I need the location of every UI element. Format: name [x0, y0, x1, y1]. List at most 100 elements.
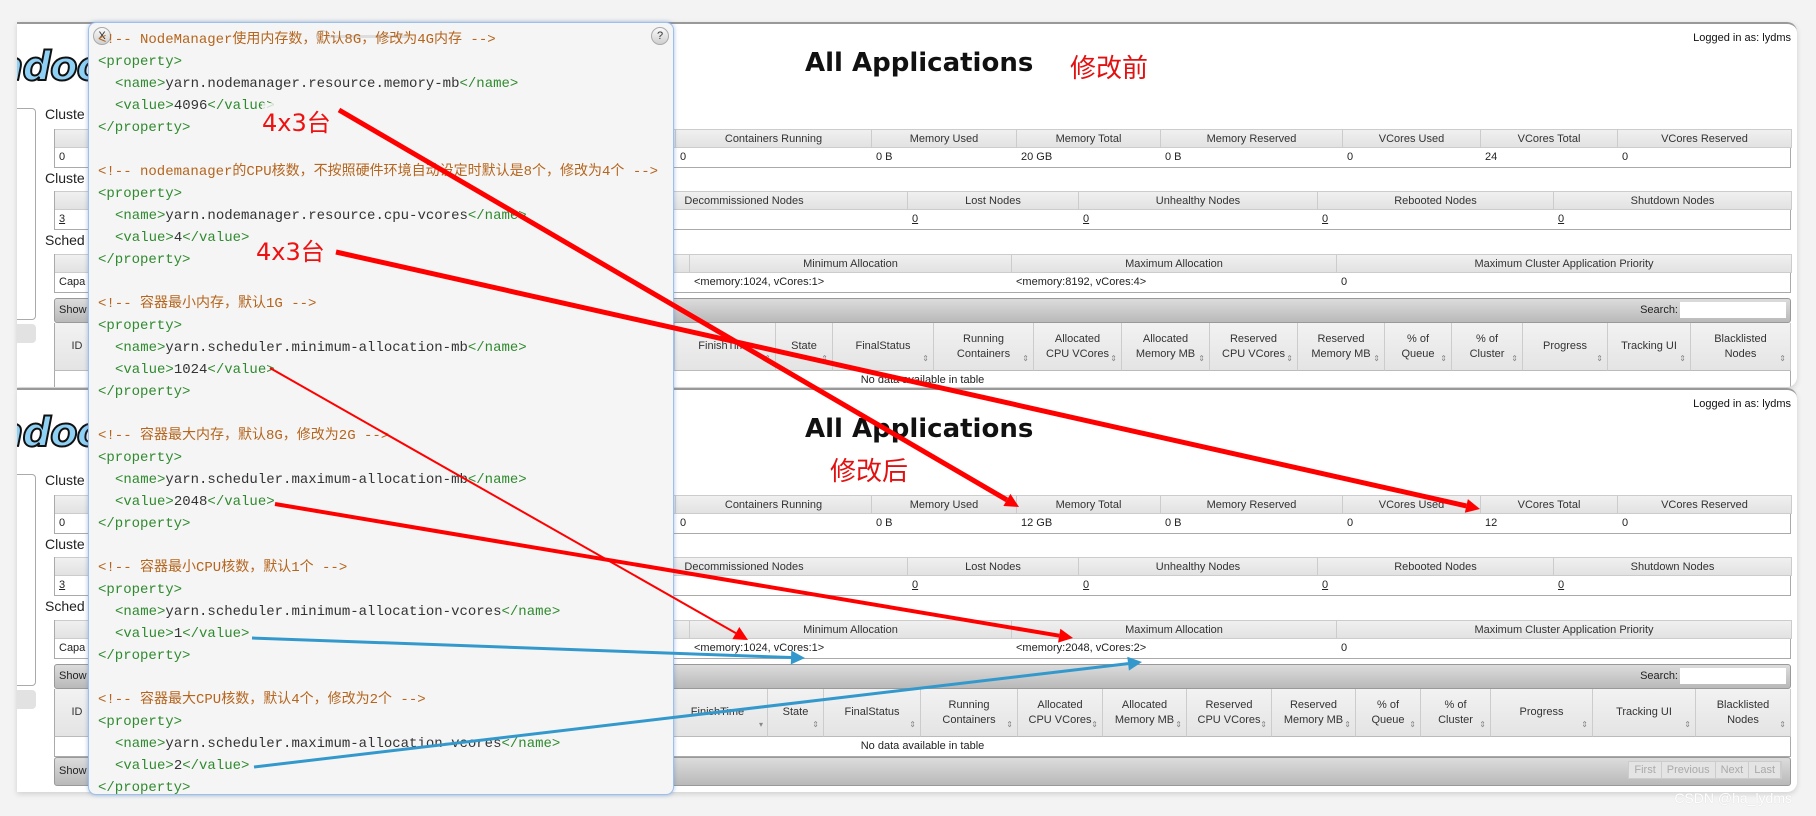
- column-header-label: Reserved CPU VCores: [1197, 698, 1261, 726]
- pager-next-button[interactable]: Next: [1716, 762, 1750, 778]
- sort-icon[interactable]: ⇕: [812, 717, 819, 732]
- apps-column-header[interactable]: % of Queue ⇕: [1356, 689, 1421, 737]
- cell-value: <memory:2048, vCores:2>: [1016, 642, 1147, 654]
- page-title: All Applications: [805, 48, 1034, 78]
- sort-icon[interactable]: ⇕: [922, 351, 929, 366]
- sidebar-tools-button[interactable]: [17, 324, 36, 343]
- cell-value[interactable]: 0: [1554, 210, 1792, 229]
- apps-column-header[interactable]: FinishTime ▾: [668, 689, 768, 737]
- apps-column-header[interactable]: Blacklisted Nodes ⇕: [1691, 323, 1791, 371]
- xml-value: 1024: [173, 362, 208, 378]
- cell-value[interactable]: 0: [1079, 576, 1318, 595]
- cell-value[interactable]: 0: [908, 210, 1079, 229]
- sidebar-tools-button[interactable]: [17, 690, 36, 709]
- column-header: Minimum Allocation: [690, 620, 1012, 639]
- apps-column-header[interactable]: FinalStatus ⇕: [833, 323, 934, 371]
- sort-icon[interactable]: ⇕: [1373, 351, 1380, 366]
- apps-column-header[interactable]: Allocated CPU VCores ⇕: [1034, 323, 1122, 371]
- sort-icon[interactable]: ⇕: [1581, 717, 1588, 732]
- apps-column-header[interactable]: Progress ⇕: [1491, 689, 1593, 737]
- xml-close-tag: </name>: [467, 472, 527, 488]
- apps-column-header[interactable]: % of Queue ⇕: [1385, 323, 1452, 371]
- sort-icon[interactable]: ⇕: [1006, 717, 1013, 732]
- code-line: <name>yarn.nodemanager.resource.cpu-vcor…: [98, 205, 658, 227]
- search-input[interactable]: [1680, 668, 1786, 684]
- column-header-label: State: [791, 340, 817, 352]
- apps-column-header[interactable]: % of Cluster ⇕: [1421, 689, 1491, 737]
- apps-column-header[interactable]: Allocated Memory MB ⇕: [1122, 323, 1210, 371]
- code-line: <property>: [98, 447, 658, 469]
- sort-icon[interactable]: ⇕: [1479, 717, 1486, 732]
- pager-last-button[interactable]: Last: [1749, 762, 1781, 778]
- code-line: </property>: [98, 513, 658, 535]
- code-line: <name>yarn.scheduler.minimum-allocation-…: [98, 337, 658, 359]
- sort-icon[interactable]: ⇕: [1679, 351, 1686, 366]
- code-line: <property>: [98, 579, 658, 601]
- apps-column-header[interactable]: Progress ⇕: [1523, 323, 1608, 371]
- sort-icon[interactable]: ⇕: [1779, 351, 1786, 366]
- cell-value: 24: [1485, 151, 1498, 163]
- apps-column-header[interactable]: Reserved CPU VCores ⇕: [1210, 323, 1298, 371]
- apps-column-header[interactable]: % of Cluster ⇕: [1452, 323, 1523, 371]
- search-input[interactable]: [1680, 302, 1786, 318]
- apps-column-header[interactable]: Tracking UI ⇕: [1593, 689, 1696, 737]
- sort-icon[interactable]: ⇕: [821, 351, 828, 366]
- cell-value[interactable]: 0: [1554, 576, 1792, 595]
- sort-icon[interactable]: ⇕: [1684, 717, 1691, 732]
- sort-icon[interactable]: ⇕: [909, 717, 916, 732]
- show-entries-select[interactable]: Show: [59, 670, 87, 682]
- pager-previous-button[interactable]: Previous: [1662, 762, 1716, 778]
- apps-column-header[interactable]: State ⇕: [768, 689, 824, 737]
- column-header-label: Progress: [1542, 340, 1588, 352]
- cell-value[interactable]: 0: [908, 576, 1079, 595]
- apps-column-header[interactable]: State ⇕: [776, 323, 833, 371]
- column-header-label: % of Cluster: [1469, 332, 1505, 360]
- apps-column-header[interactable]: Running Containers ⇕: [934, 323, 1034, 371]
- sort-icon[interactable]: ⇕: [1091, 717, 1098, 732]
- cell-value[interactable]: 0: [1079, 210, 1318, 229]
- cell-value[interactable]: 0: [1318, 576, 1554, 595]
- sort-desc-icon[interactable]: ▾: [759, 717, 763, 732]
- apps-column-header[interactable]: Reserved Memory MB ⇕: [1298, 323, 1385, 371]
- sort-icon[interactable]: ⇕: [764, 351, 771, 366]
- sort-icon[interactable]: ⇕: [1596, 351, 1603, 366]
- column-header: Memory Reserved: [1161, 495, 1343, 514]
- apps-column-header[interactable]: Running Containers ⇕: [921, 689, 1018, 737]
- show-entries-select[interactable]: Show: [59, 304, 87, 316]
- show-info: Show: [59, 765, 87, 777]
- page-title: All Applications: [805, 414, 1034, 444]
- code-line: <value>1</value>: [98, 623, 658, 645]
- sort-icon[interactable]: ⇕: [1440, 351, 1447, 366]
- sort-icon[interactable]: ⇕: [1286, 351, 1293, 366]
- sort-icon[interactable]: ⇕: [1779, 717, 1786, 732]
- apps-column-header[interactable]: Blacklisted Nodes ⇕: [1696, 689, 1791, 737]
- apps-column-header[interactable]: FinalStatus ⇕: [824, 689, 921, 737]
- apps-column-header[interactable]: Allocated CPU VCores ⇕: [1018, 689, 1103, 737]
- scheduler-metrics-label: Sched: [45, 232, 85, 248]
- apps-column-header[interactable]: FinishTime ⇕: [675, 323, 776, 371]
- xml-close-tag: </value>: [207, 362, 275, 378]
- sort-icon[interactable]: ⇕: [1198, 351, 1205, 366]
- sort-icon[interactable]: ⇕: [1344, 717, 1351, 732]
- pager-first-button[interactable]: First: [1629, 762, 1662, 778]
- apps-column-header[interactable]: Tracking UI ⇕: [1608, 323, 1691, 371]
- column-header: Memory Total: [1017, 129, 1161, 148]
- sort-icon[interactable]: ⇕: [1022, 351, 1029, 366]
- column-header-label: FinishTime: [698, 340, 752, 352]
- apps-column-header[interactable]: Reserved Memory MB ⇕: [1272, 689, 1356, 737]
- xml-open-tag: <value>: [115, 98, 174, 114]
- xml-tag: </property>: [98, 120, 191, 136]
- sort-icon[interactable]: ⇕: [1260, 717, 1267, 732]
- cell-value[interactable]: 0: [1318, 210, 1554, 229]
- cell-value: 0: [1347, 517, 1354, 529]
- sort-icon[interactable]: ⇕: [1409, 717, 1416, 732]
- code-line: <!-- 容器最小CPU核数，默认1个 -->: [98, 557, 658, 579]
- apps-column-header[interactable]: Allocated Memory MB ⇕: [1103, 689, 1187, 737]
- column-header: Lost Nodes: [908, 557, 1079, 576]
- sort-icon[interactable]: ⇕: [1110, 351, 1117, 366]
- sort-icon[interactable]: ⇕: [1175, 717, 1182, 732]
- sort-icon[interactable]: ⇕: [1511, 351, 1518, 366]
- apps-column-header[interactable]: Reserved CPU VCores ⇕: [1187, 689, 1272, 737]
- xml-open-tag: <value>: [115, 230, 174, 246]
